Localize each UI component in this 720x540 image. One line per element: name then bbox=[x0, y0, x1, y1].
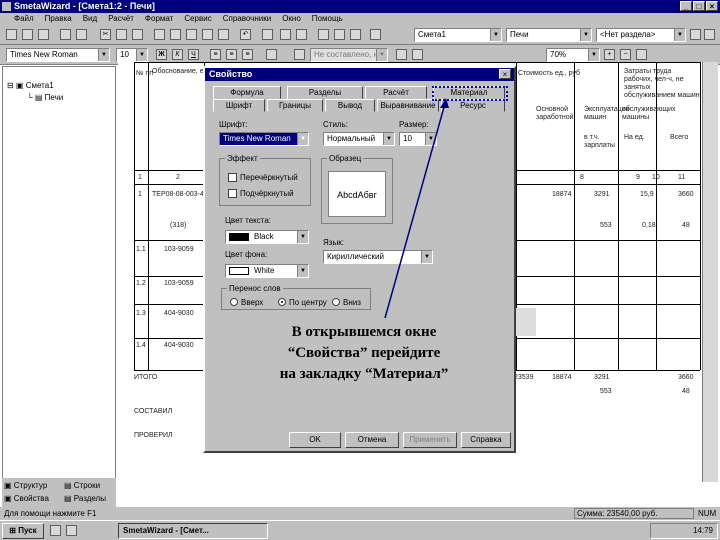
callout-arrow bbox=[384, 98, 449, 319]
status-bar: Для помощи нажмите F1 Сумма: 23540,00 ру… bbox=[0, 507, 720, 520]
callout-line: на закладку “Материал” bbox=[279, 366, 449, 382]
callout-text: В открывшемся окне “Свойства” перейдите … bbox=[234, 322, 494, 385]
clock: 14:79 bbox=[692, 526, 713, 535]
task-smetawizard[interactable]: SmetaWizard - [Смет... bbox=[118, 523, 268, 539]
start-button[interactable]: ⊞ Пуск bbox=[2, 523, 44, 539]
callout-line: В открывшемся окне bbox=[291, 324, 437, 340]
system-tray: 14:79 bbox=[650, 523, 718, 539]
taskbar: ⊞ Пуск SmetaWizard - [Смет... 14:79 bbox=[0, 520, 720, 540]
status-hint: Для помощи нажмите F1 bbox=[4, 509, 97, 518]
status-sum: Сумма: 23540,00 руб. bbox=[574, 508, 694, 519]
status-num: NUM bbox=[698, 509, 717, 518]
callout-line: “Свойства” перейдите bbox=[287, 345, 441, 361]
desktop-icon[interactable] bbox=[66, 525, 77, 536]
ie-icon[interactable] bbox=[50, 525, 61, 536]
